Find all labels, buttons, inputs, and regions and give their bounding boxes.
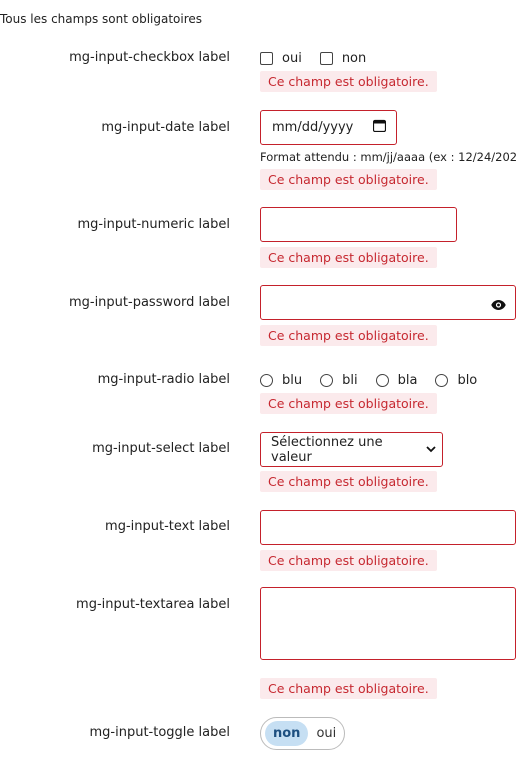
radio-circle[interactable] [435, 374, 449, 387]
date-label: mg-input-date label [101, 120, 230, 135]
radio-option-label: blu [282, 373, 303, 388]
radio-circle[interactable] [375, 374, 389, 387]
radio-option-blu[interactable]: blu [260, 373, 302, 388]
textarea-error: Ce champ est obligatoire. [260, 678, 437, 699]
text-label: mg-input-text label [105, 519, 230, 534]
radio-option-bli[interactable]: bli [320, 373, 358, 388]
eye-icon[interactable] [491, 296, 506, 315]
date-placeholder: mm/dd/yyyy [272, 120, 354, 135]
radio-option-blo[interactable]: blo [435, 373, 477, 388]
text-error: Ce champ est obligatoire. [260, 550, 437, 571]
required-fields-notice: Tous les champs sont obligatoires [0, 12, 203, 26]
password-input[interactable] [260, 285, 516, 320]
select-label: mg-input-select label [92, 441, 230, 456]
radio-label: mg-input-radio label [97, 372, 230, 387]
checkbox-error: Ce champ est obligatoire. [260, 71, 437, 92]
textarea-label: mg-input-textarea label [76, 597, 230, 612]
radio-group: blu bli bla blo [260, 373, 495, 388]
numeric-label: mg-input-numeric label [77, 217, 230, 232]
checkbox-option-oui[interactable]: oui [260, 51, 302, 66]
textarea-input[interactable] [260, 587, 516, 660]
select-error: Ce champ est obligatoire. [260, 471, 437, 492]
numeric-input[interactable] [260, 207, 457, 242]
select-value: Sélectionnez une valeur [271, 434, 383, 465]
radio-error: Ce champ est obligatoire. [260, 393, 437, 414]
radio-option-label: blo [457, 373, 478, 388]
text-input[interactable] [260, 510, 516, 545]
password-error: Ce champ est obligatoire. [260, 325, 437, 346]
checkbox-option-label: non [341, 51, 367, 66]
checkbox-box[interactable] [319, 52, 333, 65]
checkbox-group: oui non [260, 51, 384, 66]
numeric-error: Ce champ est obligatoire. [260, 247, 437, 268]
password-label: mg-input-password label [68, 295, 230, 310]
toggle-option-non[interactable]: non [265, 721, 309, 746]
checkbox-option-label: oui [282, 51, 302, 66]
date-input[interactable]: mm/dd/yyyy [260, 110, 397, 145]
checkbox-option-non[interactable]: non [319, 51, 367, 66]
radio-option-label: bla [397, 373, 418, 388]
chevron-down-icon[interactable] [426, 442, 436, 457]
toggle-label: mg-input-toggle label [89, 725, 230, 740]
radio-option-bla[interactable]: bla [375, 373, 418, 388]
radio-circle[interactable] [260, 374, 273, 387]
select-dropdown[interactable]: Sélectionnez une valeur [260, 432, 443, 467]
date-error: Ce champ est obligatoire. [260, 169, 437, 190]
date-format-hint: Format attendu : mm/jj/aaaa (ex : 12/24/… [260, 150, 516, 164]
radio-circle[interactable] [320, 374, 334, 387]
checkbox-box[interactable] [260, 52, 273, 65]
radio-option-label: bli [342, 373, 358, 388]
checkbox-label: mg-input-checkbox label [69, 50, 230, 65]
calendar-icon[interactable] [372, 119, 387, 136]
toggle-switch[interactable]: non oui [260, 717, 345, 750]
toggle-option-oui[interactable]: oui [308, 721, 344, 746]
